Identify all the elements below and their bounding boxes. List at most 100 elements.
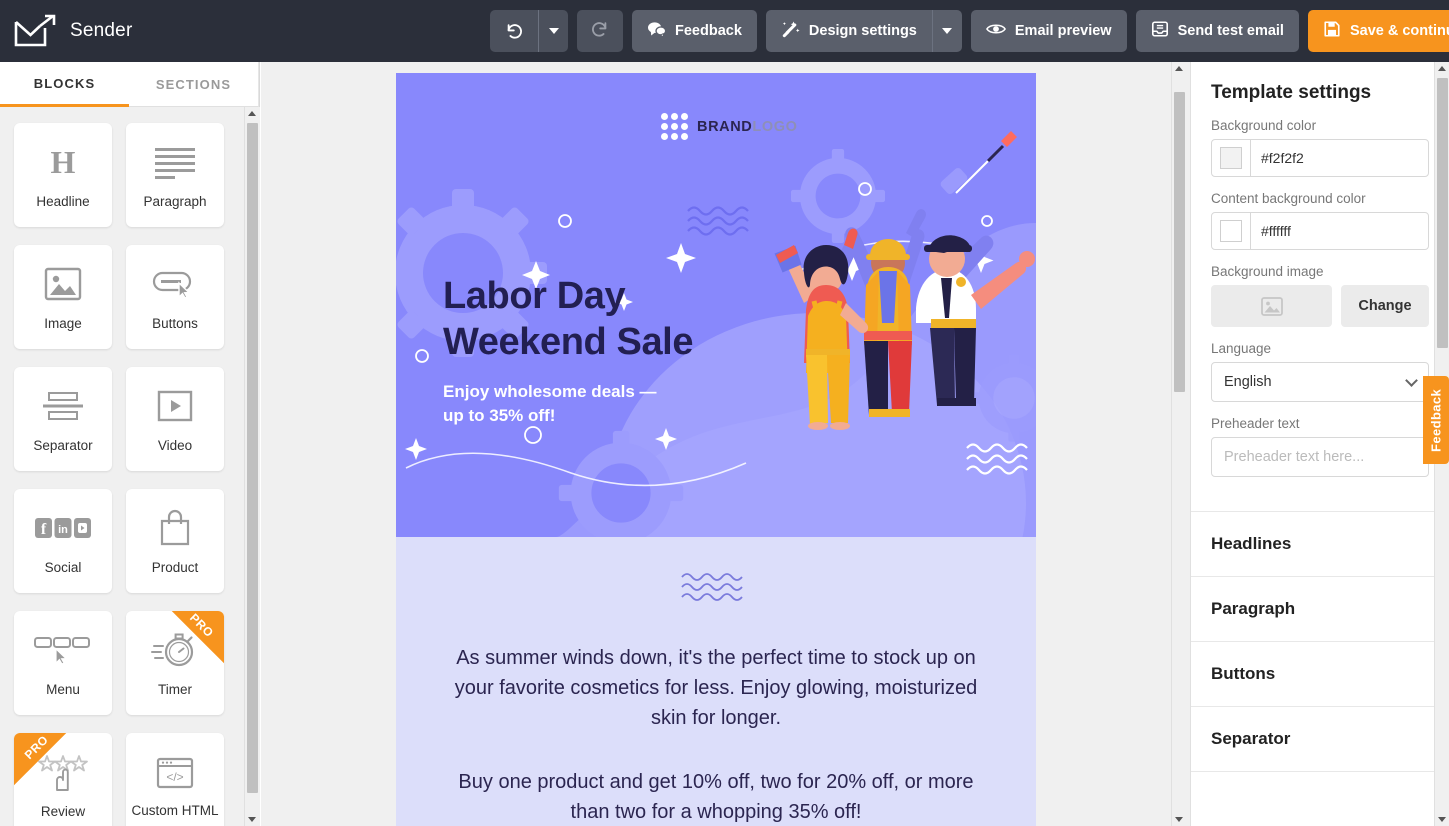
block-label-text: Custom HTML xyxy=(131,802,219,818)
svg-text:f: f xyxy=(41,521,47,538)
background-image-field: Background image Change xyxy=(1191,264,1449,341)
magic-wand-icon xyxy=(781,20,800,43)
email-brand-logo[interactable]: BRANDLOGO xyxy=(661,113,797,140)
design-settings-caret[interactable] xyxy=(931,10,962,52)
block-menu[interactable]: Menu xyxy=(14,611,112,715)
email-headline[interactable]: Labor Day Weekend Sale xyxy=(443,273,773,366)
scrollbar-thumb[interactable] xyxy=(247,123,258,793)
send-test-email-button[interactable]: Send test email xyxy=(1135,10,1299,52)
scroll-up-icon[interactable] xyxy=(1438,66,1446,71)
save-continue-button[interactable]: Save & continue xyxy=(1307,10,1449,52)
email-subheadline[interactable]: Enjoy wholesome deals — up to 35% off! xyxy=(443,380,723,428)
blocks-scrollbar[interactable] xyxy=(244,107,259,826)
headline-h-icon: H xyxy=(46,139,80,185)
scroll-up-icon[interactable] xyxy=(248,111,256,116)
chevron-down-icon xyxy=(1405,374,1418,387)
block-image[interactable]: Image xyxy=(14,245,112,349)
eye-icon xyxy=(985,22,1006,40)
feedback-side-tab-label: Feedback xyxy=(1428,388,1444,452)
scroll-down-icon[interactable] xyxy=(1175,817,1183,822)
scroll-down-icon[interactable] xyxy=(1438,817,1446,822)
svg-text:in: in xyxy=(58,524,68,536)
floppy-disk-icon xyxy=(1323,20,1341,42)
menu-cursor-icon xyxy=(34,627,92,673)
image-placeholder-icon xyxy=(1260,296,1283,316)
panel-spacer xyxy=(1191,491,1449,511)
scroll-down-icon[interactable] xyxy=(248,817,256,822)
block-product[interactable]: Product xyxy=(126,489,224,593)
section-separator[interactable]: Separator xyxy=(1191,706,1449,771)
stopwatch-icon xyxy=(151,627,199,673)
undo-icon[interactable] xyxy=(490,10,538,52)
top-toolbar: Sender Feedback Design settings Email pr… xyxy=(0,0,1449,62)
section-next[interactable] xyxy=(1191,771,1449,826)
language-field: Language English xyxy=(1191,341,1449,416)
scrollbar-thumb[interactable] xyxy=(1437,78,1448,348)
feedback-button[interactable]: Feedback xyxy=(632,10,757,52)
email-hero-section[interactable]: BRANDLOGO Labor Day Weekend Sale Enjoy w… xyxy=(396,73,1036,537)
image-icon xyxy=(44,261,82,307)
block-buttons[interactable]: Buttons xyxy=(126,245,224,349)
background-image-row: Change xyxy=(1211,285,1429,327)
block-label: Paragraph xyxy=(143,193,207,209)
content-background-color-label: Content background color xyxy=(1211,191,1366,206)
code-window-icon: </> xyxy=(156,750,194,796)
design-settings-button[interactable]: Design settings xyxy=(765,10,962,52)
block-label: Custom HTML xyxy=(131,802,218,820)
content-background-color-value[interactable]: #ffffff xyxy=(1251,223,1291,239)
change-background-image-button[interactable]: Change xyxy=(1341,285,1429,327)
section-buttons-label: Buttons xyxy=(1211,664,1276,683)
preheader-input[interactable]: Preheader text here... xyxy=(1211,437,1429,477)
scrollbar-thumb[interactable] xyxy=(1174,92,1185,392)
email-paragraph-1[interactable]: As summer winds down, it's the perfect t… xyxy=(444,643,989,733)
email-paragraph-2[interactable]: Buy one product and get 10% off, two for… xyxy=(444,767,989,826)
background-color-input[interactable]: #f2f2f2 xyxy=(1211,139,1429,177)
undo-history-caret[interactable] xyxy=(538,10,568,52)
blocks-grid: H Headline Paragraph Image Buttons Separ… xyxy=(0,107,260,826)
email-builder-app: Sender Feedback Design settings Email pr… xyxy=(0,0,1449,826)
section-paragraph[interactable]: Paragraph xyxy=(1191,576,1449,641)
block-headline[interactable]: H Headline xyxy=(14,123,112,227)
block-label: Buttons xyxy=(152,315,198,331)
block-custom-html[interactable]: </> Custom HTML xyxy=(126,733,224,826)
block-label: Separator xyxy=(33,437,93,453)
block-paragraph[interactable]: Paragraph xyxy=(126,123,224,227)
email-template[interactable]: BRANDLOGO Labor Day Weekend Sale Enjoy w… xyxy=(396,73,1036,826)
scroll-up-icon[interactable] xyxy=(1175,66,1183,71)
language-select[interactable]: English xyxy=(1211,362,1429,402)
background-image-preview[interactable] xyxy=(1211,285,1332,327)
toolbar-actions: Feedback Design settings Email preview S… xyxy=(490,10,1449,52)
block-label: Video xyxy=(157,437,193,453)
undo-button[interactable] xyxy=(490,10,568,52)
canvas-scrollbar[interactable] xyxy=(1171,62,1186,826)
background-color-label: Background color xyxy=(1211,118,1317,133)
section-buttons[interactable]: Buttons xyxy=(1191,641,1449,706)
block-social[interactable]: f in Social xyxy=(14,489,112,593)
panel-title: Template settings xyxy=(1211,82,1372,103)
background-color-swatch-button[interactable] xyxy=(1212,140,1251,176)
content-background-color-input[interactable]: #ffffff xyxy=(1211,212,1429,250)
email-preview-button[interactable]: Email preview xyxy=(970,10,1127,52)
tab-sections[interactable]: SECTIONS xyxy=(129,62,259,107)
block-video[interactable]: Video xyxy=(126,367,224,471)
background-color-value[interactable]: #f2f2f2 xyxy=(1251,150,1304,166)
tab-blocks[interactable]: BLOCKS xyxy=(0,62,129,107)
left-sidebar: BLOCKS SECTIONS H Headline Paragraph Ima… xyxy=(0,62,260,826)
email-brand-logo-text: BRANDLOGO xyxy=(697,119,797,135)
block-timer[interactable]: PRO Timer xyxy=(126,611,224,715)
app-brand: Sender xyxy=(0,14,300,48)
content-background-color-swatch-button[interactable] xyxy=(1212,213,1251,249)
feedback-button-label: Feedback xyxy=(675,23,742,39)
redo-button[interactable] xyxy=(577,10,623,52)
block-review[interactable]: PRO Review xyxy=(14,733,112,826)
feedback-side-tab[interactable]: Feedback xyxy=(1423,376,1449,464)
section-headlines[interactable]: Headlines xyxy=(1191,511,1449,576)
email-body-section[interactable]: As summer winds down, it's the perfect t… xyxy=(396,537,1036,826)
background-color-field: Background color #f2f2f2 xyxy=(1191,118,1449,191)
caret-down-icon xyxy=(942,28,953,34)
block-label: Image xyxy=(44,315,82,331)
email-headline-line2: Weekend Sale xyxy=(443,321,694,364)
section-separator-label: Separator xyxy=(1211,729,1291,748)
stars-hand-icon xyxy=(36,749,90,795)
block-separator[interactable]: Separator xyxy=(14,367,112,471)
